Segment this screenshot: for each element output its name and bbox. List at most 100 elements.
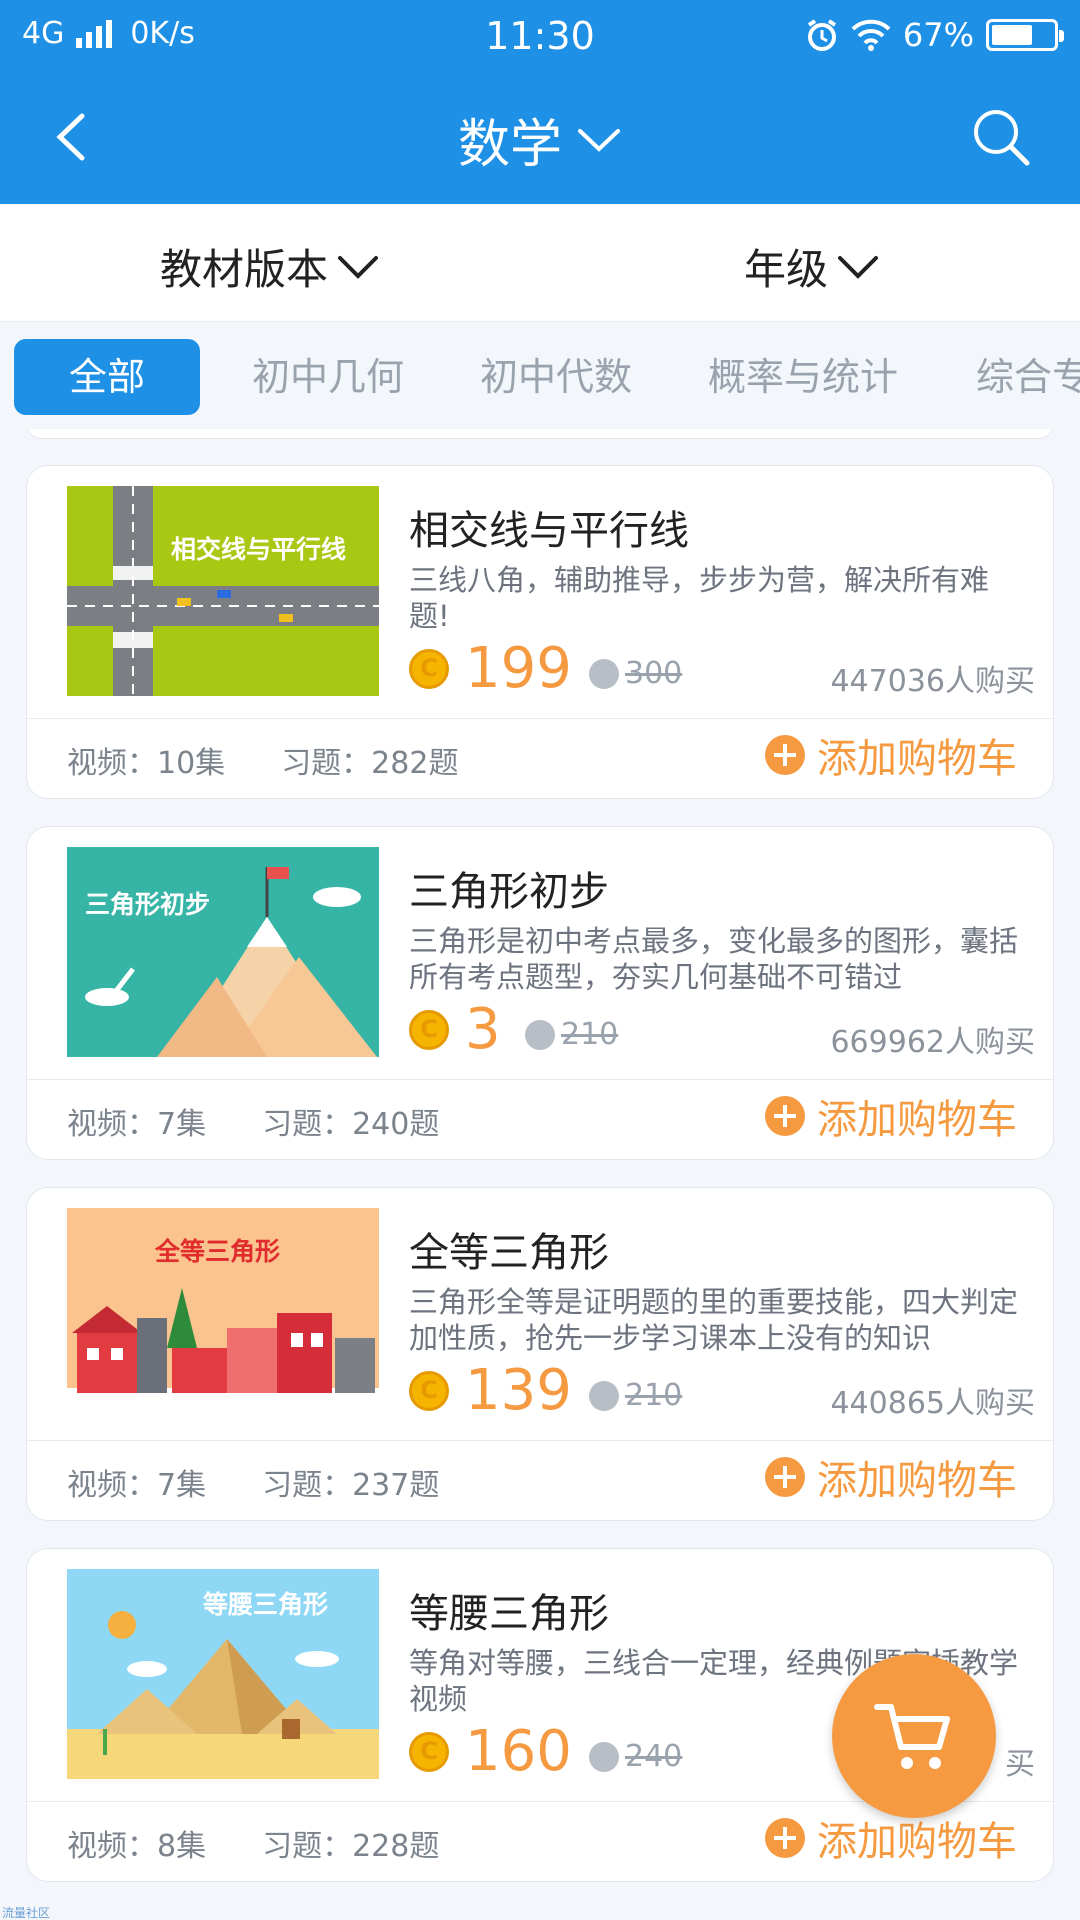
course-meta: 视频：10集 习题：282题	[67, 738, 458, 782]
plus-icon	[765, 735, 805, 775]
coin-icon	[409, 1371, 449, 1411]
coin-icon	[409, 1010, 449, 1050]
price-row: 139 210 440865人购买	[409, 1358, 1037, 1423]
course-thumbnail: 等腰三角形	[67, 1569, 379, 1779]
original-price: 240	[589, 1739, 682, 1774]
course-thumbnail: 相交线与平行线	[67, 486, 379, 696]
tab-all[interactable]: 全部	[14, 339, 200, 415]
shopping-cart-button[interactable]	[832, 1654, 996, 1818]
thumbnail-text: 全等三角形	[154, 1237, 280, 1266]
course-meta: 视频：7集 习题：240题	[67, 1099, 439, 1143]
video-count: 视频：10集	[67, 746, 226, 781]
price: 199	[465, 636, 572, 701]
course-meta: 视频：7集 习题：237题	[67, 1460, 439, 1504]
chevron-down-icon	[838, 255, 879, 279]
app-header: 4G 0K/s 11:30 67% 数学	[0, 0, 1080, 204]
video-count: 视频：8集	[67, 1829, 207, 1864]
course-title: 等腰三角形	[409, 1591, 609, 1637]
status-right: 67%	[805, 16, 1064, 54]
course-description: 三角形是初中考点最多，变化最多的图形，囊括所有考点题型，夯实几何基础不可错过	[409, 924, 1019, 994]
status-bar: 4G 0K/s 11:30 67%	[0, 0, 1080, 72]
tab-probability[interactable]: 概率与统计	[708, 339, 898, 415]
tab-geometry[interactable]: 初中几何	[252, 339, 404, 415]
divider	[27, 1440, 1053, 1441]
divider	[27, 718, 1053, 719]
original-price: 210	[525, 1017, 618, 1052]
buyer-count: 440865人购买	[830, 1386, 1035, 1421]
exercise-count: 习题：282题	[281, 746, 459, 781]
add-to-cart-button[interactable]: 添加购物车	[765, 1087, 1017, 1145]
road-illustration: 相交线与平行线	[67, 486, 379, 696]
textbook-filter[interactable]: 教材版本	[160, 236, 380, 297]
original-price: 300	[589, 656, 682, 691]
exercise-count: 习题：237题	[262, 1468, 440, 1503]
add-to-cart-label: 添加购物车	[817, 1458, 1017, 1504]
search-icon	[974, 110, 1030, 166]
add-to-cart-button[interactable]: 添加购物车	[765, 726, 1017, 784]
video-count: 视频：7集	[67, 1468, 207, 1503]
category-tabs: 全部 初中几何 初中代数 概率与统计 综合专	[0, 323, 1080, 429]
plus-icon	[765, 1096, 805, 1136]
textbook-filter-label: 教材版本	[160, 245, 329, 294]
add-to-cart-button[interactable]: 添加购物车	[765, 1448, 1017, 1506]
search-button[interactable]	[966, 102, 1036, 172]
tab-comprehensive[interactable]: 综合专	[976, 339, 1080, 415]
page-title: 数学	[457, 115, 562, 175]
pyramids-illustration: 等腰三角形	[67, 1569, 379, 1779]
coin-icon	[589, 1741, 619, 1772]
mountain-illustration: 三角形初步	[67, 847, 379, 1057]
price-row: 3 210 669962人购买	[409, 997, 1037, 1062]
price: 160	[465, 1719, 572, 1784]
price: 3	[465, 997, 501, 1062]
buyer-count: 447036人购买	[830, 664, 1035, 699]
coin-icon	[525, 1019, 555, 1050]
wifi-icon	[851, 19, 891, 51]
buyer-count: 买	[1005, 1747, 1035, 1782]
exercise-count: 习题：228题	[262, 1829, 440, 1864]
thumbnail-text: 等腰三角形	[203, 1590, 328, 1619]
course-description: 三线八角，辅助推导，步步为营，解决所有难题!	[409, 563, 990, 633]
coin-icon	[589, 1380, 619, 1411]
course-thumbnail: 全等三角形	[67, 1208, 379, 1418]
grade-filter[interactable]: 年级	[744, 236, 880, 297]
course-description: 三角形全等是证明题的里的重要技能，四大判定加性质，抢先一步学习课本上没有的知识	[409, 1285, 1019, 1355]
plus-icon	[765, 1818, 805, 1858]
course-meta: 视频：8集 习题：228题	[67, 1821, 439, 1865]
course-card[interactable]: 三角形初步 三角形初步 三角形是初中考点最多，变化最多的图形，囊括所有考点题型，…	[26, 826, 1054, 1160]
buyer-count: 669962人购买	[830, 1025, 1035, 1060]
thumbnail-text: 相交线与平行线	[171, 535, 346, 564]
coin-icon	[409, 649, 449, 689]
alarm-icon	[807, 19, 836, 51]
battery-icon	[986, 19, 1064, 51]
course-title: 相交线与平行线	[409, 508, 689, 554]
shopping-cart-icon	[874, 1704, 950, 1769]
filter-bar: 教材版本 年级	[0, 204, 1080, 322]
grade-filter-label: 年级	[744, 245, 829, 294]
original-price-value: 210	[625, 1378, 683, 1413]
original-price-value: 300	[625, 656, 683, 691]
divider	[27, 1079, 1053, 1080]
chevron-down-icon	[338, 255, 379, 279]
houses-illustration: 全等三角形	[67, 1208, 379, 1418]
thumbnail-text: 三角形初步	[85, 890, 210, 919]
list-item-partial	[26, 429, 1054, 439]
add-to-cart-label: 添加购物车	[817, 1097, 1017, 1143]
video-count: 视频：7集	[67, 1107, 207, 1142]
original-price-value: 240	[625, 1739, 683, 1774]
original-price-value: 210	[561, 1017, 619, 1052]
tab-algebra[interactable]: 初中代数	[480, 339, 632, 415]
watermark: 流量社区	[2, 1906, 51, 1920]
course-card[interactable]: 全等三角形 全等三角形 三角形全等是证明题的里的重要技能，四大判定加性质，抢先一…	[26, 1187, 1054, 1521]
course-title: 全等三角形	[409, 1230, 609, 1276]
coin-icon	[409, 1732, 449, 1772]
nav-bar: 数学	[0, 72, 1080, 204]
add-to-cart-button[interactable]: 添加购物车	[765, 1809, 1017, 1867]
course-card[interactable]: 相交线与平行线 相交线与平行线 三线八角，辅助推导，步步为营，解决所有难题! 1…	[26, 465, 1054, 799]
price: 139	[465, 1358, 572, 1423]
battery-fill	[992, 25, 1032, 45]
subject-selector[interactable]: 数学	[0, 102, 1080, 177]
course-title: 三角形初步	[409, 869, 609, 915]
plus-icon	[765, 1457, 805, 1497]
coin-icon	[589, 658, 619, 689]
original-price: 210	[589, 1378, 682, 1413]
